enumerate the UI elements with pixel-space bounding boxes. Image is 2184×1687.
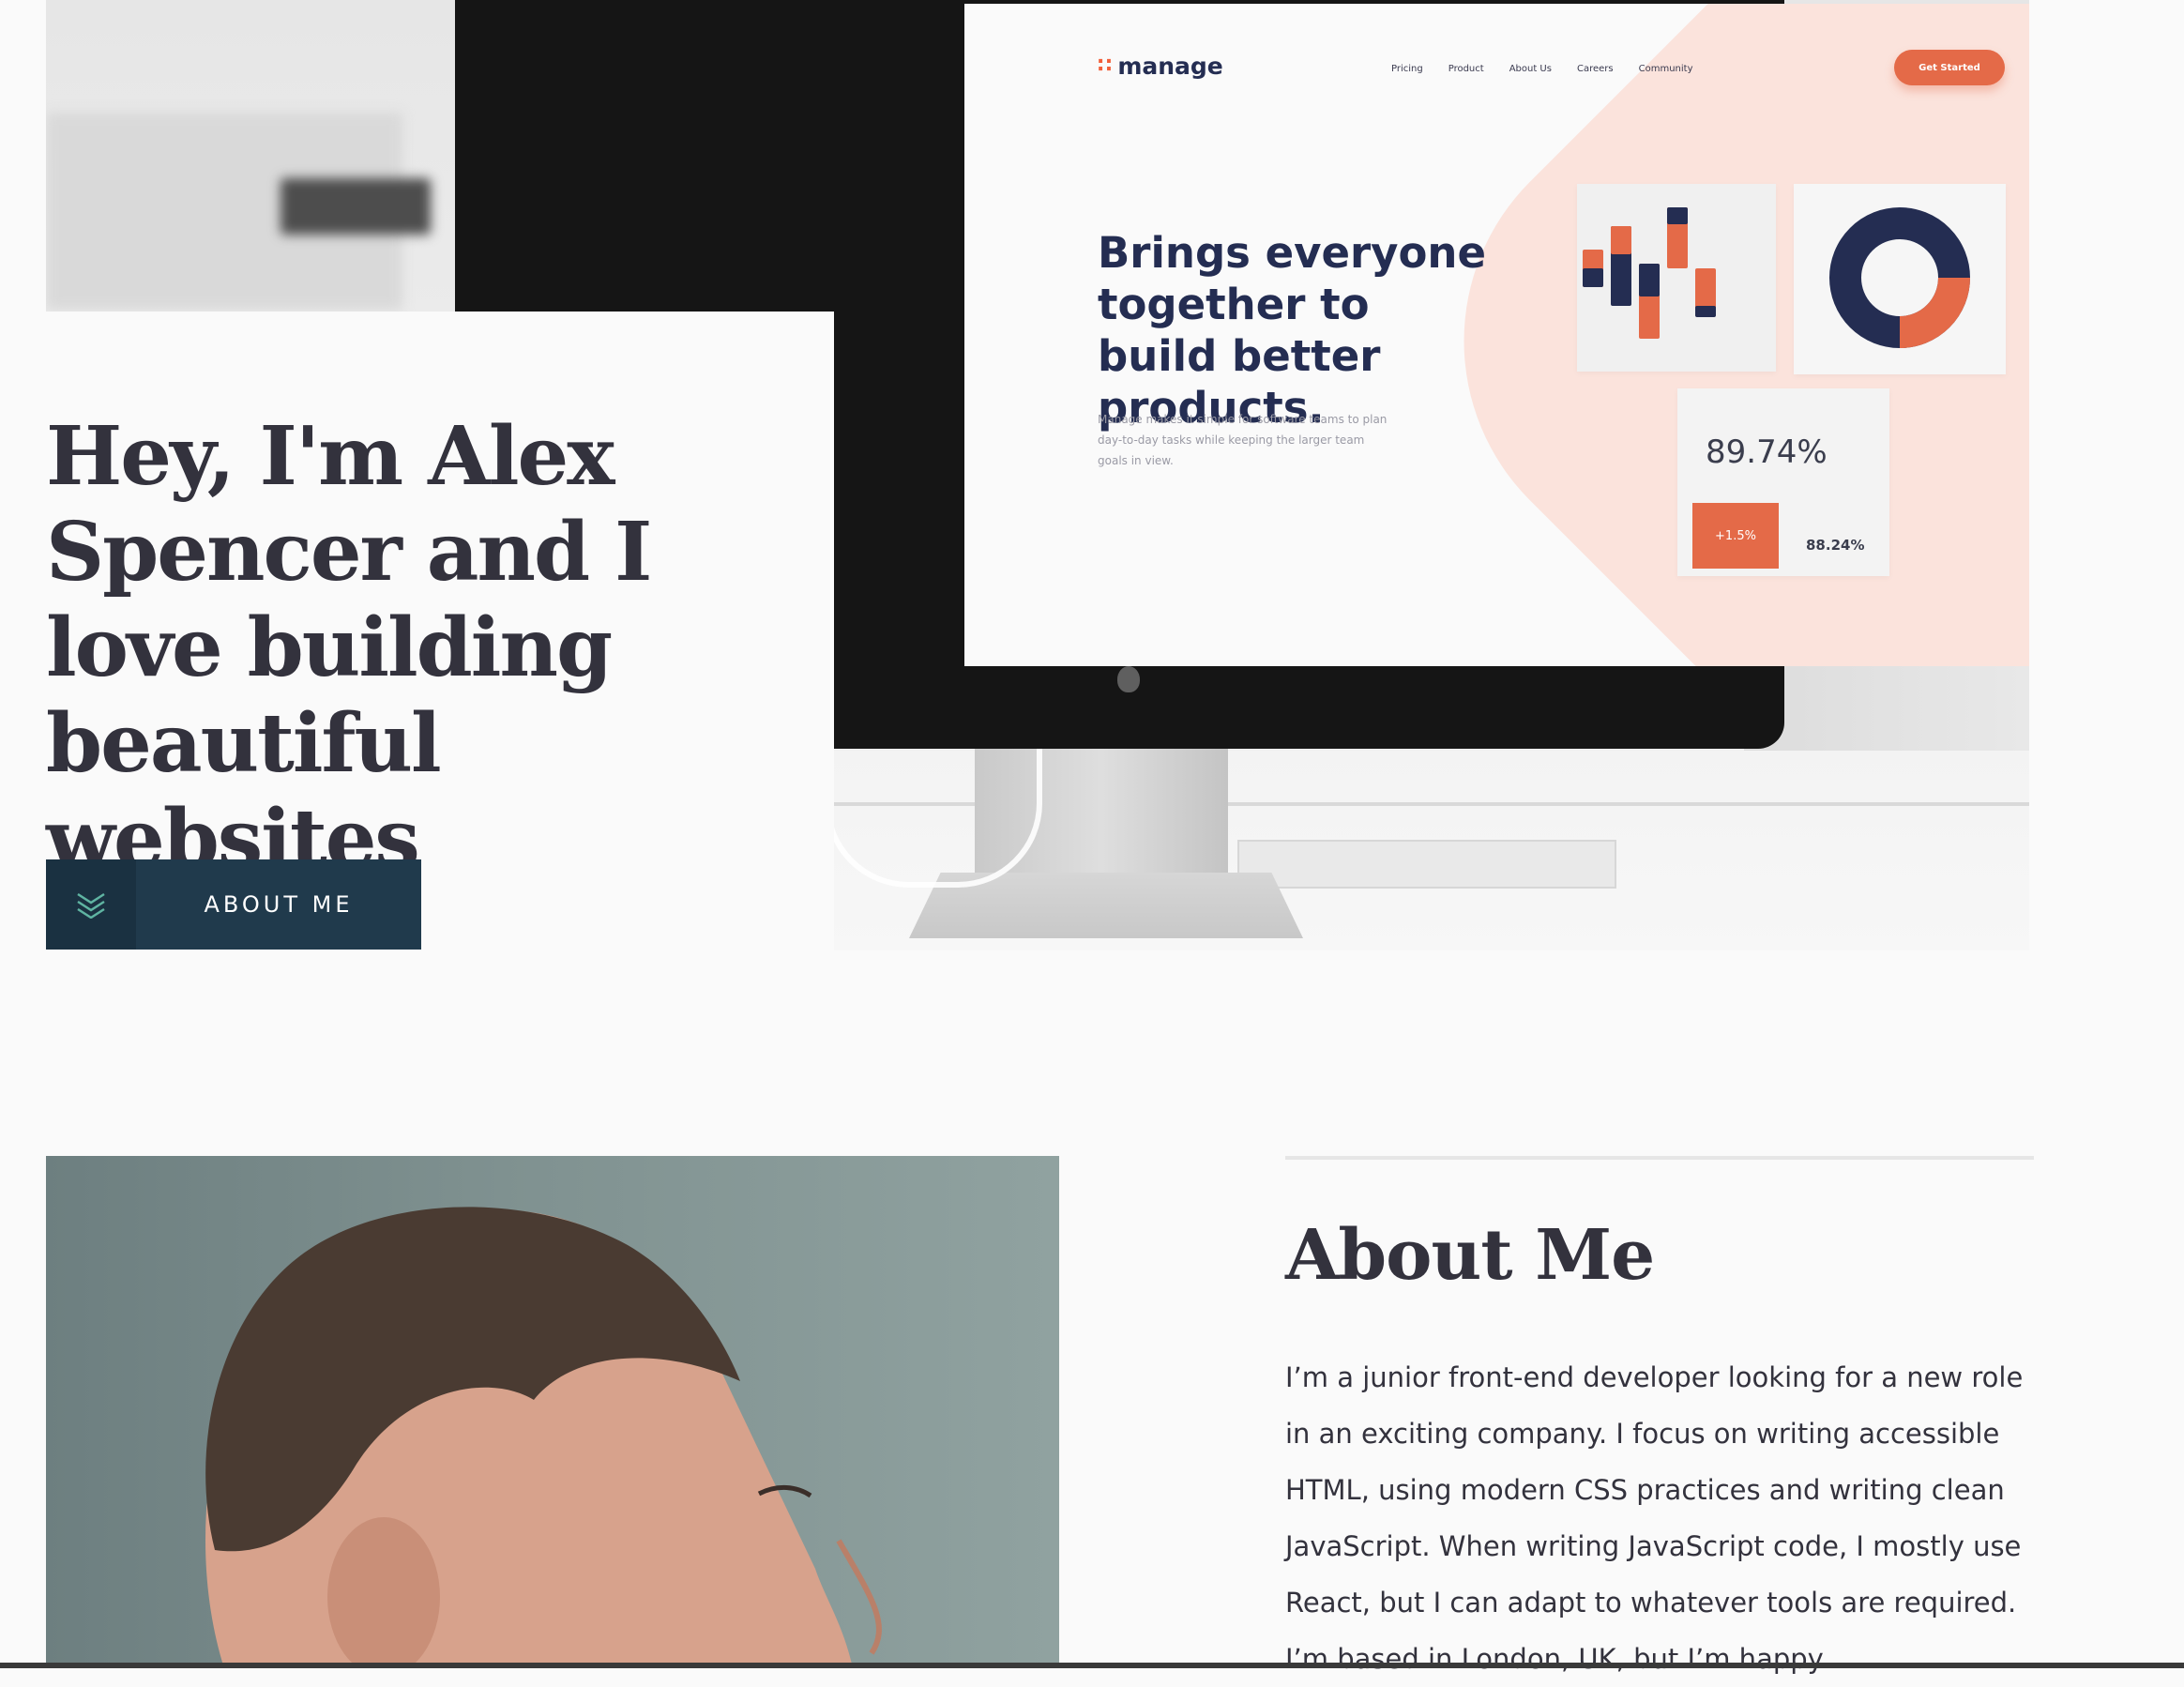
screen-site-logo-text: manage — [1117, 53, 1223, 80]
monitor-screen: ∷ manage Pricing Product About Us Career… — [964, 4, 2029, 666]
bar — [1695, 306, 1716, 317]
about-heading: About Me — [1285, 1215, 1655, 1296]
section-divider — [1285, 1156, 2034, 1160]
about-text: I’m a junior front-end developer looking… — [1285, 1361, 2024, 1675]
monitor-cable — [825, 741, 1042, 888]
screen-nav-community: Community — [1638, 64, 1693, 74]
screen-nav-product: Product — [1448, 64, 1484, 74]
bar — [1667, 207, 1688, 224]
screen-nav-about: About Us — [1509, 64, 1552, 74]
screen-get-started-button: Get Started — [1894, 50, 2005, 85]
screen-nav-pricing: Pricing — [1391, 64, 1423, 74]
screen-site-nav: Pricing Product About Us Careers Communi… — [1391, 64, 1693, 74]
screen-site-logo: ∷ manage — [1098, 53, 1223, 80]
window-bottom-edge — [0, 1663, 2184, 1668]
bar — [1583, 268, 1603, 287]
profile-photo — [46, 1156, 1059, 1668]
screen-headline: Brings everyone together to build better… — [1098, 228, 1486, 433]
stat-main-value: 89.74% — [1706, 433, 1828, 471]
bar — [1639, 264, 1660, 296]
about-me-button-label: ABOUT ME — [204, 891, 354, 918]
bar-chart-card — [1577, 184, 1776, 372]
donut-chart-card — [1794, 184, 2006, 374]
apple-logo-icon — [1117, 666, 1140, 692]
bar — [1611, 226, 1631, 254]
stat-change-value: +1.5% — [1692, 503, 1779, 569]
stat-secondary-value: 88.24% — [1806, 537, 1865, 554]
screen-subtext: Manage makes it simple for software team… — [1098, 413, 1388, 467]
donut-chart — [1829, 207, 1970, 348]
about-me-button[interactable]: ABOUT ME — [46, 859, 421, 950]
chevrons-down-icon — [46, 859, 136, 950]
logo-dots-icon: ∷ — [1098, 54, 1112, 78]
background-object — [281, 178, 431, 235]
hero-title: Hey, I'm Alex Spencer and I love buildin… — [46, 409, 652, 887]
screen-nav-careers: Careers — [1576, 64, 1614, 74]
profile-illustration — [205, 1207, 882, 1668]
keyboard — [1237, 840, 1616, 889]
